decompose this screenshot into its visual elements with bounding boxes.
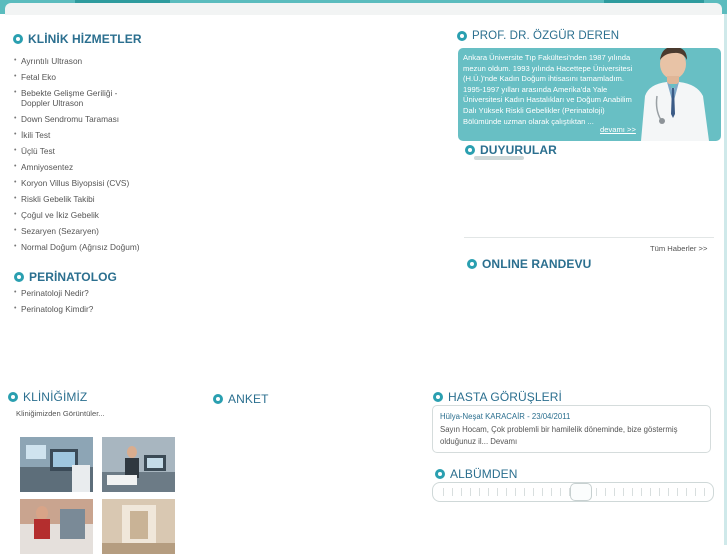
album-heading: ALBÜMDEN [435, 467, 517, 481]
section-bullet-icon [467, 259, 477, 269]
announcement-item-fragment[interactable] [474, 156, 524, 160]
doctor-photo [641, 48, 709, 141]
slider-tick [470, 488, 471, 496]
album-title: ALBÜMDEN [450, 467, 518, 481]
testimonial-card: Hülya-Neşat KARACAİR - 23/04/2011 Sayın … [432, 405, 711, 453]
slider-tick [695, 488, 696, 496]
clinic-heading: KLİNİĞİMİZ [8, 390, 87, 404]
perinatolog-item[interactable]: Perinatoloji Nedir? [14, 288, 93, 298]
clinic-photo[interactable] [20, 499, 93, 554]
top-navigation-bar [0, 0, 727, 15]
section-bullet-icon [8, 392, 18, 402]
slider-tick [452, 488, 453, 496]
testimonials-heading: HASTA GÖRÜŞLERİ [433, 390, 562, 404]
service-item-continuation[interactable]: Doppler Ultrason [14, 98, 140, 108]
slider-tick [560, 488, 561, 496]
service-item[interactable]: Sezaryen (Sezaryen) [14, 226, 140, 236]
appointment-title[interactable]: ONLINE RANDEVU [482, 257, 591, 271]
testimonials-title: HASTA GÖRÜŞLERİ [448, 390, 562, 404]
clinic-subtitle: Kliniğimizden Görüntüler... [16, 409, 105, 418]
perinatolog-heading: PERİNATOLOG [14, 270, 117, 284]
service-item[interactable]: Normal Doğum (Ağrısız Doğum) [14, 242, 140, 252]
announcements-heading: DUYURULAR [465, 143, 557, 157]
clinic-photo[interactable] [102, 499, 175, 554]
slider-tick [488, 488, 489, 496]
doctor-bio: Ankara Üniversite Tıp Fakültesi'nden 198… [463, 53, 633, 126]
service-item[interactable]: Çoğul ve İkiz Gebelik [14, 210, 140, 220]
slider-tick [596, 488, 597, 496]
doctor-title: PROF. DR. ÖZGÜR DEREN [472, 30, 620, 42]
testimonial-text: Sayın Hocam, Çok problemli bir hamilelik… [440, 424, 702, 447]
slider-tick [497, 488, 498, 496]
slider-tick [659, 488, 660, 496]
service-item[interactable]: Fetal Eko [14, 72, 140, 82]
slider-tick [614, 488, 615, 496]
appointment-heading[interactable]: ONLINE RANDEVU [467, 257, 591, 271]
service-item[interactable]: Amniyosentez [14, 162, 140, 172]
services-heading: KLİNİK HİZMETLER [13, 32, 142, 46]
section-bullet-icon [435, 469, 445, 479]
announcements-title: DUYURULAR [480, 143, 557, 157]
slider-tick [479, 488, 480, 496]
service-item[interactable]: İkili Test [14, 130, 140, 140]
service-item[interactable]: Down Sendromu Taraması [14, 114, 140, 124]
all-news-link[interactable]: Tüm Haberler >> [650, 244, 707, 253]
services-title: KLİNİK HİZMETLER [28, 32, 142, 46]
section-bullet-icon [433, 392, 443, 402]
slider-tick [632, 488, 633, 496]
clinic-photo[interactable] [102, 437, 175, 492]
slider-tick [461, 488, 462, 496]
testimonial-author[interactable]: Hülya-Neşat KARACAİR - 23/04/2011 [440, 412, 570, 421]
poll-heading: ANKET [213, 392, 269, 406]
slider-tick [524, 488, 525, 496]
divider [464, 237, 714, 238]
slider-thumb[interactable] [570, 483, 592, 501]
slider-tick [515, 488, 516, 496]
slider-tick [677, 488, 678, 496]
clinic-title: KLİNİĞİMİZ [23, 390, 88, 404]
service-item[interactable]: Riskli Gebelik Takibi [14, 194, 140, 204]
service-item[interactable]: Üçlü Test [14, 146, 140, 156]
testimonial-excerpt: Sayın Hocam, Çok problemli bir hamilelik… [440, 425, 678, 446]
service-item[interactable]: Ayrıntılı Ultrason [14, 56, 140, 66]
album-slider[interactable] [432, 482, 714, 502]
poll-title: ANKET [228, 392, 269, 406]
perinatolog-item[interactable]: Perinatolog Kimdir? [14, 304, 93, 314]
content-frame-top [5, 3, 722, 15]
slider-tick [623, 488, 624, 496]
section-bullet-icon [14, 272, 24, 282]
doctor-more-link[interactable]: devamı >> [600, 125, 636, 134]
slider-tick [443, 488, 444, 496]
slider-tick [533, 488, 534, 496]
testimonial-more-link[interactable]: Devamı [490, 437, 517, 446]
slider-tick [704, 488, 705, 496]
service-item[interactable]: Bebekte Gelişme Geriliği - [14, 88, 140, 98]
doctor-heading: PROF. DR. ÖZGÜR DEREN [457, 30, 619, 42]
section-bullet-icon [457, 31, 467, 41]
slider-tick [551, 488, 552, 496]
services-list: Ayrıntılı Ultrason Fetal Eko Bebekte Gel… [14, 56, 140, 258]
slider-tick [542, 488, 543, 496]
doctor-info-box: Ankara Üniversite Tıp Fakültesi'nden 198… [458, 48, 721, 141]
clinic-photo[interactable] [20, 437, 93, 492]
slider-tick [668, 488, 669, 496]
slider-tick [506, 488, 507, 496]
perinatolog-list: Perinatoloji Nedir? Perinatolog Kimdir? [14, 288, 93, 320]
section-bullet-icon [465, 145, 475, 155]
slider-tick [650, 488, 651, 496]
section-bullet-icon [13, 34, 23, 44]
perinatolog-title: PERİNATOLOG [29, 270, 117, 284]
slider-tick [605, 488, 606, 496]
slider-tick [641, 488, 642, 496]
section-bullet-icon [213, 394, 223, 404]
service-item[interactable]: Koryon Villus Biyopsisi (CVS) [14, 178, 140, 188]
slider-tick [686, 488, 687, 496]
